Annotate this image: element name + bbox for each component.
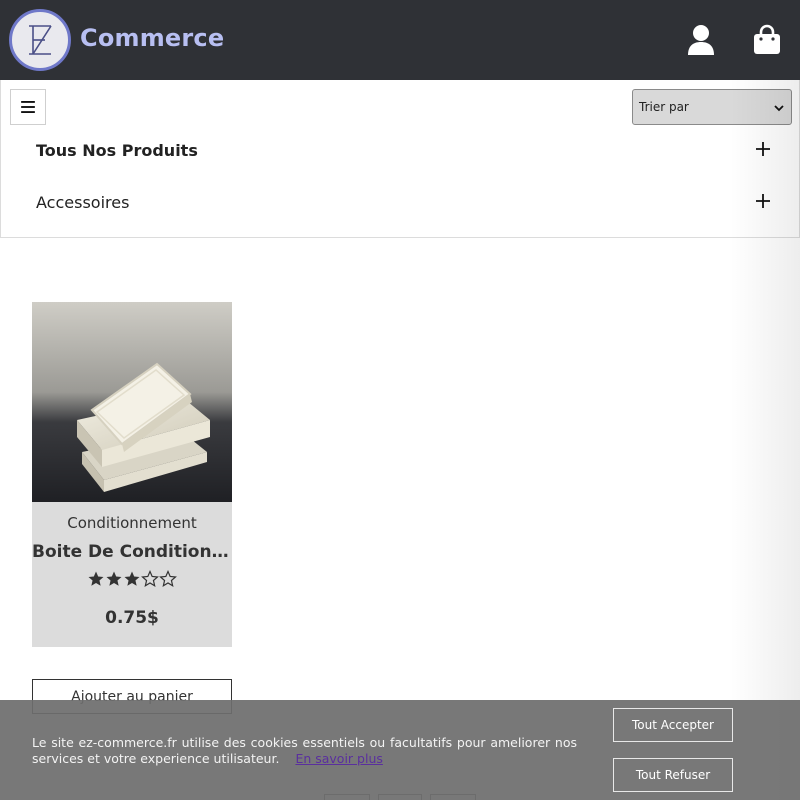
learn-more-link[interactable]: En savoir plus xyxy=(295,751,382,766)
product-title[interactable]: Boite De Conditionnement xyxy=(32,542,232,562)
sort-select[interactable]: Trier par xyxy=(632,89,792,125)
brand-name[interactable]: Commerce xyxy=(80,24,224,52)
shopping-bag-icon[interactable] xyxy=(752,24,782,56)
star-filled-icon xyxy=(88,571,104,586)
star-empty-icon xyxy=(159,570,177,587)
category-item-accessories[interactable]: Accessoires xyxy=(36,187,771,217)
category-panel: Trier par Tous Nos Produits Accessoires xyxy=(0,80,800,238)
star-filled-icon xyxy=(124,571,140,586)
product-card[interactable]: Conditionnement Boite De Conditionnement… xyxy=(32,302,232,647)
plus-icon[interactable] xyxy=(755,141,771,157)
category-label: Accessoires xyxy=(36,192,130,212)
chevron-down-icon xyxy=(774,105,784,112)
top-header: Commerce xyxy=(0,0,800,80)
star-filled-icon xyxy=(106,571,122,586)
star-empty-icon xyxy=(141,570,159,587)
cookie-banner: Le site ez-commerce.fr utilise des cooki… xyxy=(0,700,800,800)
category-item-all-products[interactable]: Tous Nos Produits xyxy=(36,135,771,165)
category-label: Tous Nos Produits xyxy=(36,140,198,160)
sort-select-label: Trier par xyxy=(639,100,689,114)
ez-logo-icon[interactable] xyxy=(9,9,71,71)
product-rating xyxy=(87,570,177,588)
product-category: Conditionnement xyxy=(67,514,197,532)
plus-icon[interactable] xyxy=(755,193,771,209)
hamburger-icon xyxy=(21,101,35,113)
product-price: 0.75$ xyxy=(105,608,159,628)
accept-all-button[interactable]: Tout Accepter xyxy=(613,708,733,742)
menu-button[interactable] xyxy=(10,89,46,125)
cookie-message: Le site ez-commerce.fr utilise des cooki… xyxy=(32,735,577,767)
product-image[interactable] xyxy=(32,302,232,502)
refuse-all-button[interactable]: Tout Refuser xyxy=(613,758,733,792)
user-icon[interactable] xyxy=(686,24,716,56)
